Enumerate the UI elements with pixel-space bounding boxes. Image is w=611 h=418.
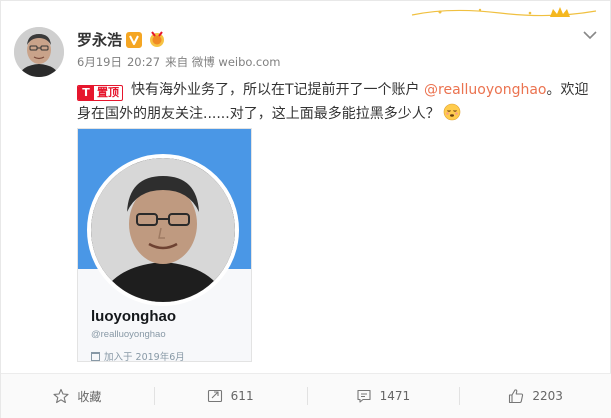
star-icon [53, 388, 69, 404]
pinned-label: 置顶 [97, 86, 119, 99]
comment-count: 1471 [379, 389, 411, 403]
repost-icon [207, 389, 222, 403]
author-face-icon [14, 27, 64, 77]
mention-link[interactable]: @realluoyonghao [424, 82, 547, 98]
chevron-down-icon[interactable] [583, 30, 597, 40]
verified-v-icon [126, 32, 142, 48]
repost-count: 611 [230, 389, 254, 403]
calendar-icon [91, 352, 100, 361]
comment-icon [357, 389, 371, 403]
profile-face-icon [91, 158, 235, 302]
profile-handle: @realluoyonghao [91, 329, 166, 340]
action-bar: 收藏 611 1471 2203 [1, 374, 611, 418]
post-text: T 置顶 快有海外业务了，所以在T记提前开了一个账户 @realluoyonghao… [77, 78, 592, 126]
post-date[interactable]: 6月19日 [77, 55, 122, 69]
post-time[interactable]: 20:27 [127, 55, 160, 69]
profile-joined-text: 加入于 2019年6月 [104, 352, 185, 362]
fan-medal-icon[interactable] [148, 30, 166, 48]
profile-display-name: luoyonghao [91, 308, 176, 325]
pin-icon: T [78, 86, 94, 100]
post-source: 来自 微博 weibo.com [165, 55, 281, 69]
author-avatar[interactable] [14, 27, 64, 77]
thumbs-up-icon [509, 389, 524, 404]
profile-joined-date: 加入于 2019年6月 [91, 349, 185, 362]
favorite-label: 收藏 [77, 389, 102, 404]
like-button[interactable]: 2203 [459, 374, 611, 418]
crown-decoration-icon [411, 7, 597, 17]
weibo-post-card: 罗永浩 6月19日 20:27 来自 微博 weibo.com T 置顶 快有海外业务了… [0, 0, 611, 418]
favorite-button[interactable]: 收藏 [1, 374, 154, 418]
like-count: 2203 [532, 389, 563, 403]
twitter-profile-image[interactable]: luoyonghao @realluoyonghao 加入于 2019年6月 [77, 128, 252, 362]
pinned-badge: T 置顶 [77, 85, 123, 101]
comment-button[interactable]: 1471 [306, 374, 460, 418]
post-text-part1: 快有海外业务了，所以在T记提前开了一个账户 [131, 82, 425, 98]
sleepy-face-emoji [443, 103, 461, 121]
profile-avatar [87, 154, 239, 306]
repost-button[interactable]: 611 [153, 374, 307, 418]
author-name[interactable]: 罗永浩 [77, 29, 122, 50]
post-meta: 6月19日 20:27 来自 微博 weibo.com [77, 54, 285, 70]
